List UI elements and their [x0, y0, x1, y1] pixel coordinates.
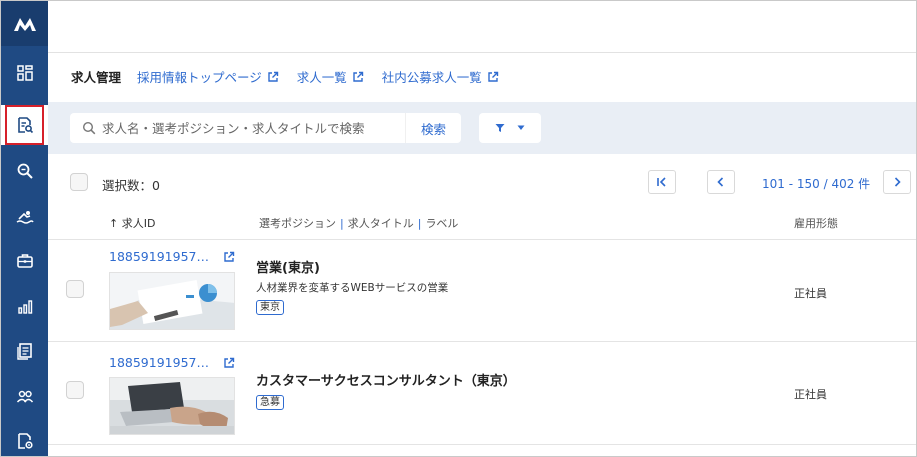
prev-page-button[interactable] — [707, 170, 735, 194]
filter-icon — [495, 124, 505, 132]
link-internal-job-list[interactable]: 社内公募求人一覧 — [382, 67, 499, 86]
column-header-job-id[interactable]: ↑ 求人ID — [109, 215, 155, 231]
brand-logo-icon[interactable] — [1, 1, 48, 46]
search-icon — [82, 121, 96, 135]
job-id-link[interactable]: 18859191957… — [109, 249, 209, 264]
job-title: 営業(東京) — [256, 261, 320, 276]
breadcrumb: 求人管理 採用情報トップページ 求人一覧 社内公募求人一覧 — [71, 67, 517, 86]
first-page-button[interactable] — [648, 170, 676, 194]
document-settings-icon[interactable] — [1, 421, 48, 456]
filter-button[interactable] — [479, 113, 541, 143]
external-link-icon[interactable] — [223, 357, 235, 369]
first-page-icon — [657, 177, 666, 187]
sidebar — [1, 1, 48, 456]
employment-type: 正社員 — [794, 287, 827, 300]
link-internal-job-list-label: 社内公募求人一覧 — [381, 70, 482, 85]
page-title: 求人管理 — [71, 70, 122, 85]
document-list-icon[interactable] — [1, 331, 48, 371]
job-label-tag: 東京 — [256, 300, 284, 315]
magnify-search-icon[interactable] — [1, 151, 48, 191]
job-label-tag: 急募 — [256, 395, 284, 410]
external-link-icon[interactable] — [223, 251, 235, 263]
job-description: 人材業界を変革するWEBサービスの営業 — [256, 282, 449, 294]
column-header-position: 選考ポジション | 求人タイトル | ラベル — [259, 215, 458, 231]
pagination-range: 101 - 150 / 402 件 — [762, 177, 871, 191]
chevron-down-icon — [517, 125, 525, 130]
job-title: カスタマーサクセスコンサルタント（東京） — [256, 374, 516, 389]
selection-count: 選択数：0 — [102, 178, 160, 193]
external-link-icon — [353, 71, 363, 82]
job-thumbnail-image[interactable] — [109, 377, 235, 435]
swimmer-icon[interactable] — [1, 197, 48, 237]
app-window: 求人管理 採用情報トップページ 求人一覧 社内公募求人一覧 検索 選択数：0 1… — [0, 0, 917, 457]
chevron-left-icon — [717, 177, 724, 187]
external-link-icon — [268, 71, 278, 82]
external-link-icon — [488, 71, 499, 82]
column-header-position-label[interactable]: 選考ポジション — [259, 217, 336, 230]
search-button[interactable]: 検索 — [405, 113, 461, 143]
header-divider — [48, 239, 916, 240]
next-page-button[interactable] — [883, 170, 911, 194]
bar-chart-icon[interactable] — [1, 287, 48, 327]
row-checkbox[interactable] — [66, 381, 84, 399]
divider: | — [417, 217, 422, 230]
select-all-checkbox[interactable] — [70, 173, 88, 191]
briefcase-icon[interactable] — [1, 241, 48, 281]
link-recruit-top-label: 採用情報トップページ — [137, 70, 262, 85]
row-checkbox[interactable] — [66, 280, 84, 298]
row-divider — [48, 444, 916, 445]
divider: | — [340, 217, 344, 230]
link-recruit-top[interactable]: 採用情報トップページ — [137, 67, 279, 86]
link-job-list[interactable]: 求人一覧 — [297, 67, 364, 86]
top-header — [48, 1, 916, 53]
search-box — [70, 113, 460, 143]
job-thumbnail-image[interactable] — [109, 272, 235, 330]
column-header-employment[interactable]: 雇用形態 — [794, 215, 838, 231]
row-divider — [48, 341, 916, 342]
chevron-right-icon — [894, 177, 901, 187]
employment-type: 正社員 — [794, 388, 827, 401]
column-header-label-label[interactable]: ラベル — [425, 217, 458, 230]
dashboard-grid-icon[interactable] — [1, 53, 48, 93]
column-header-title-label[interactable]: 求人タイトル — [348, 217, 414, 230]
job-id-link[interactable]: 18859191957… — [109, 355, 209, 370]
job-document-search-icon[interactable] — [1, 105, 48, 145]
link-job-list-label: 求人一覧 — [296, 70, 347, 85]
search-input[interactable] — [102, 120, 392, 136]
people-group-icon[interactable] — [1, 377, 48, 417]
